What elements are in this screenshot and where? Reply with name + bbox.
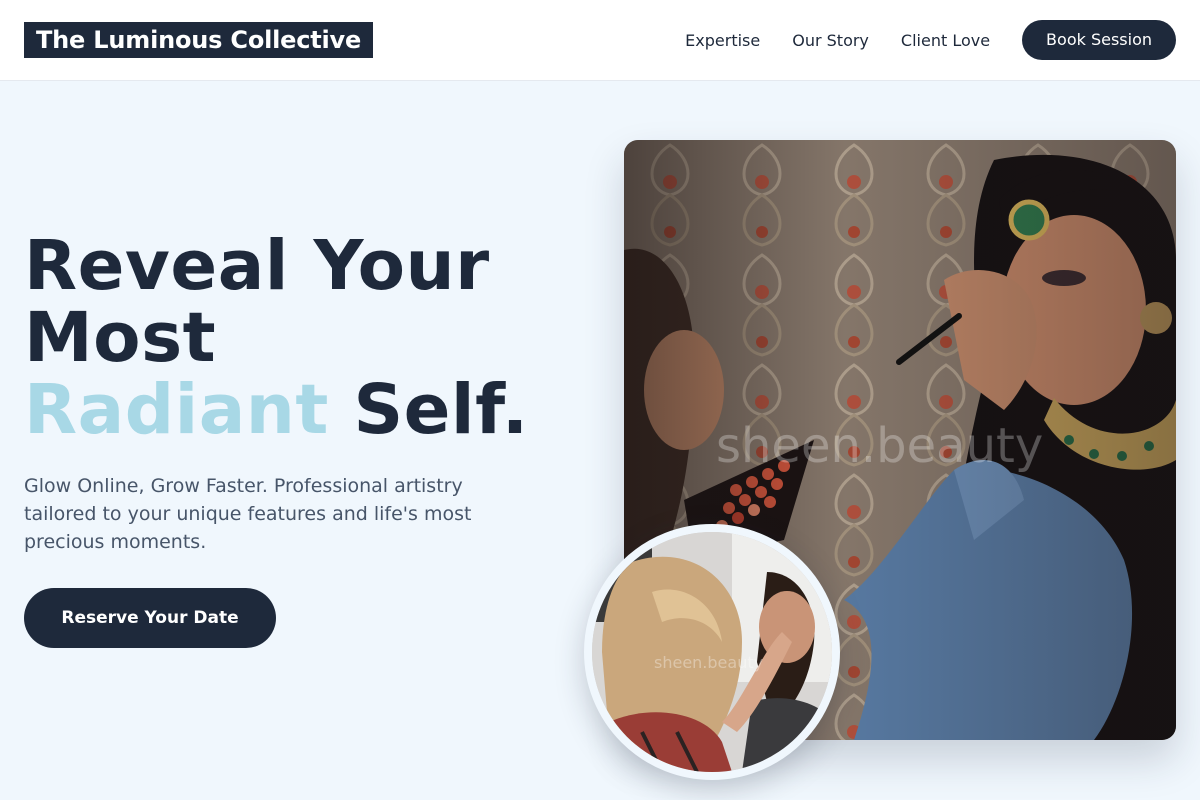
book-session-button[interactable]: Book Session xyxy=(1022,20,1176,60)
headline-line-2: Most xyxy=(24,298,217,378)
headline-line-1: Reveal Your xyxy=(24,226,490,306)
headline-end-word: Self. xyxy=(353,370,529,450)
brand-logo[interactable]: The Luminous Collective xyxy=(24,22,374,58)
inset-photo-illustration: sheen.beauty xyxy=(592,532,832,772)
nav-link-our-story[interactable]: Our Story xyxy=(792,31,869,50)
hero-headline: Reveal Your Most Radiant Self. xyxy=(24,230,584,446)
headline-accent-word: Radiant xyxy=(24,370,329,450)
hero-subtext: Glow Online, Grow Faster. Professional a… xyxy=(24,475,472,553)
reserve-date-button[interactable]: Reserve Your Date xyxy=(24,588,276,648)
hero-photo-watermark: sheen.beauty xyxy=(716,418,1043,474)
nav-link-client-love[interactable]: Client Love xyxy=(901,31,990,50)
inset-photo-makeup-session: sheen.beauty xyxy=(584,524,840,780)
inset-photo-watermark: sheen.beauty xyxy=(654,653,763,672)
nav-link-expertise[interactable]: Expertise xyxy=(685,31,760,50)
site-header: The Luminous Collective Expertise Our St… xyxy=(0,0,1200,81)
main-nav: Expertise Our Story Client Love Book Ses… xyxy=(685,0,1176,80)
